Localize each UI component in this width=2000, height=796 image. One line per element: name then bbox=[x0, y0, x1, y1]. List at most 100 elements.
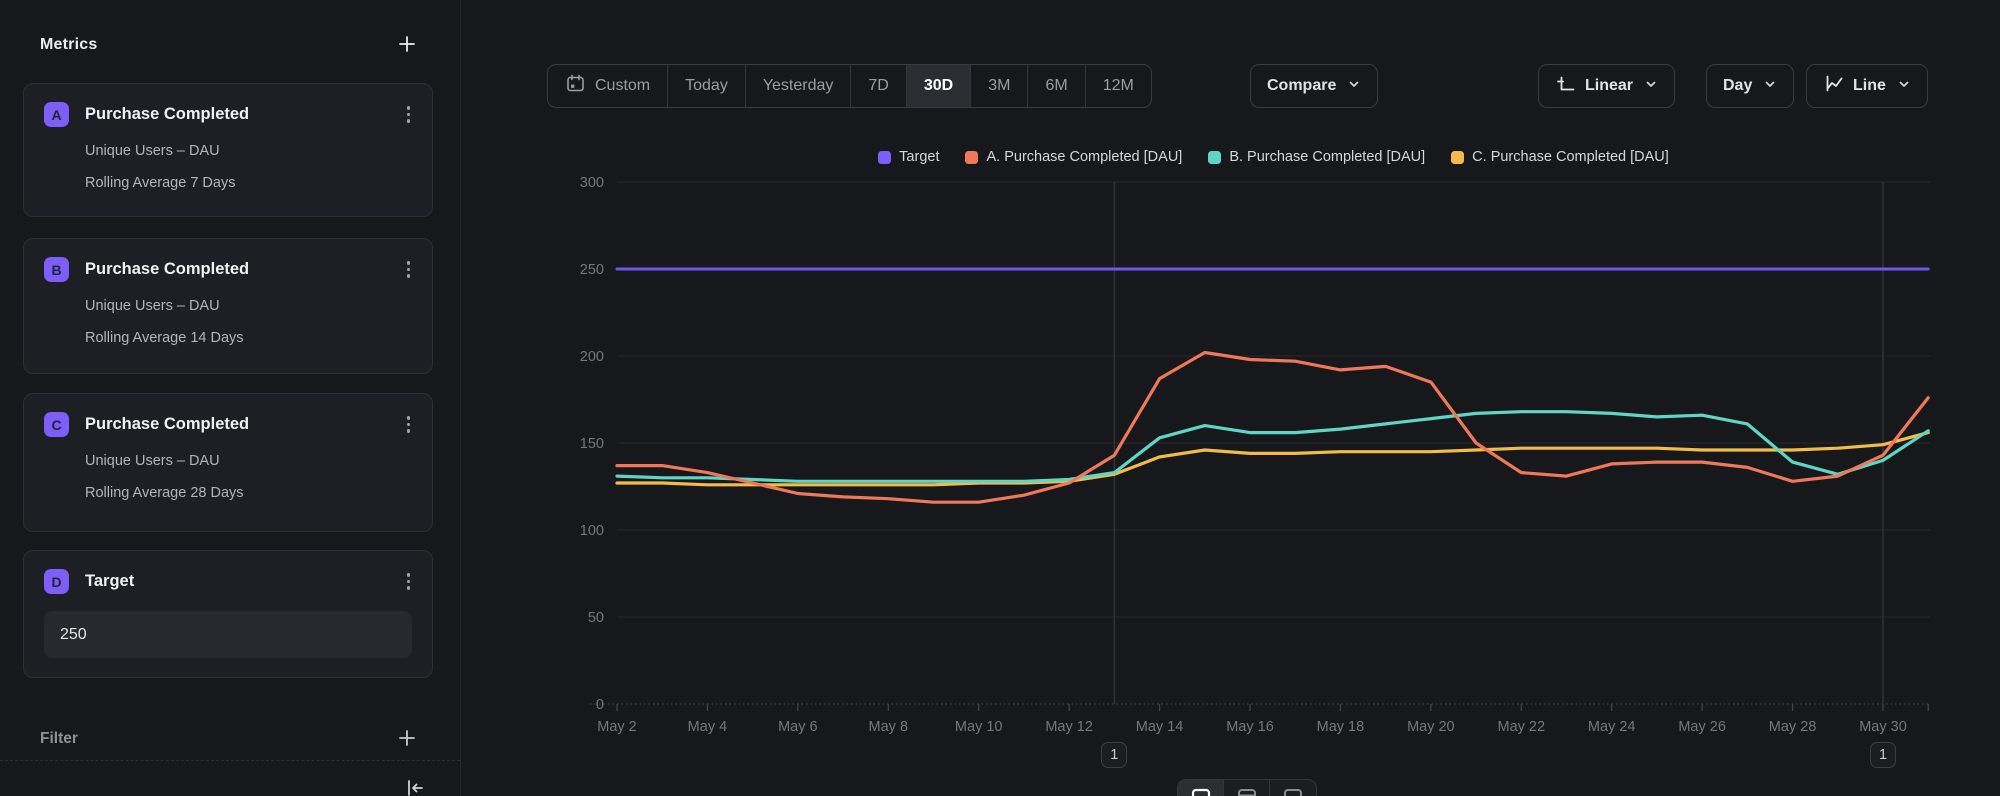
collapse-left-icon bbox=[402, 776, 426, 796]
y-axis-label: 150 bbox=[580, 436, 604, 452]
metrics-title: Metrics bbox=[40, 36, 97, 54]
range-today[interactable]: Today bbox=[668, 65, 746, 107]
metric-badge-c: C bbox=[44, 412, 69, 437]
x-axis-label: May 16 bbox=[1226, 719, 1274, 735]
plus-icon bbox=[396, 727, 418, 752]
kebab-icon bbox=[407, 416, 411, 433]
chevron-down-icon bbox=[1897, 77, 1911, 96]
add-filter-button[interactable] bbox=[394, 725, 420, 754]
metric-menu-button[interactable] bbox=[405, 259, 413, 280]
metric-event-type: Unique Users – DAU bbox=[85, 143, 412, 159]
series-line bbox=[617, 412, 1928, 482]
range-7d[interactable]: 7D bbox=[851, 65, 906, 107]
range-custom[interactable]: Custom bbox=[548, 65, 668, 107]
x-axis-label: May 22 bbox=[1497, 719, 1545, 735]
y-axis-label: 300 bbox=[580, 175, 604, 191]
collapse-sidebar-button[interactable] bbox=[400, 774, 428, 796]
metrics-header: Metrics bbox=[40, 30, 420, 60]
range-3m[interactable]: 3M bbox=[971, 65, 1028, 107]
chevron-down-icon bbox=[1763, 77, 1777, 96]
legend-label: B. Purchase Completed [DAU] bbox=[1229, 149, 1425, 165]
x-axis-label: May 20 bbox=[1407, 719, 1455, 735]
range-12m[interactable]: 12M bbox=[1086, 65, 1151, 107]
metric-event-type: Unique Users – DAU bbox=[85, 453, 412, 469]
range-30d[interactable]: 30D bbox=[907, 65, 971, 107]
chevron-down-icon bbox=[1644, 77, 1658, 96]
x-axis-label: May 28 bbox=[1769, 719, 1817, 735]
x-axis-label: May 10 bbox=[955, 719, 1003, 735]
legend-swatch bbox=[878, 151, 891, 164]
plus-icon bbox=[396, 33, 418, 58]
legend-item[interactable]: A. Purchase Completed [DAU] bbox=[965, 149, 1182, 165]
metric-title: Purchase Completed bbox=[85, 105, 405, 124]
filter-section: Filter bbox=[40, 724, 420, 754]
metric-card-b: B Purchase Completed Unique Users – DAU … bbox=[23, 238, 433, 374]
legend-item[interactable]: C. Purchase Completed [DAU] bbox=[1451, 149, 1669, 165]
metrics-sidebar: Metrics A Purchase Completed Unique User… bbox=[0, 0, 461, 796]
metric-badge-b: B bbox=[44, 257, 69, 282]
line-chart: 050100150200250300May 2May 4May 6May 8Ma… bbox=[470, 170, 1990, 770]
x-axis-label: May 12 bbox=[1045, 719, 1093, 735]
range-yesterday[interactable]: Yesterday bbox=[746, 65, 852, 107]
target-menu-button[interactable] bbox=[405, 571, 413, 592]
metric-menu-button[interactable] bbox=[405, 104, 413, 125]
filter-title: Filter bbox=[40, 730, 78, 748]
legend-swatch bbox=[965, 151, 978, 164]
toggle-split-view-button[interactable] bbox=[1270, 780, 1316, 796]
annotation-badge[interactable]: 1 bbox=[1101, 742, 1127, 768]
chevron-down-icon bbox=[1347, 77, 1361, 96]
toggle-chart-view-button[interactable] bbox=[1178, 780, 1224, 796]
interval-select-button[interactable]: Day bbox=[1706, 64, 1794, 108]
annotation-badge[interactable]: 1 bbox=[1870, 742, 1896, 768]
y-axis-label: 250 bbox=[580, 262, 604, 278]
split-view-icon bbox=[1282, 787, 1304, 796]
x-axis-label: May 18 bbox=[1317, 719, 1365, 735]
line-chart-icon bbox=[1823, 73, 1844, 99]
date-range-control: Custom Today Yesterday 7D 30D 3M 6M 12M bbox=[547, 64, 1152, 108]
kebab-icon bbox=[407, 573, 411, 590]
target-card: D Target bbox=[23, 550, 433, 678]
legend-label: Target bbox=[899, 149, 939, 165]
legend-label: C. Purchase Completed [DAU] bbox=[1472, 149, 1669, 165]
x-axis-label: May 14 bbox=[1136, 719, 1184, 735]
metric-rolling-average: Rolling Average 28 Days bbox=[85, 485, 412, 501]
x-axis-label: May 24 bbox=[1588, 719, 1636, 735]
legend-item[interactable]: B. Purchase Completed [DAU] bbox=[1208, 149, 1425, 165]
calendar-icon bbox=[565, 73, 586, 99]
x-axis-label: May 6 bbox=[778, 719, 818, 735]
toggle-table-view-button[interactable] bbox=[1224, 780, 1270, 796]
metric-menu-button[interactable] bbox=[405, 414, 413, 435]
series-line bbox=[617, 433, 1928, 485]
y-axis-label: 200 bbox=[580, 349, 604, 365]
chart-display-toggle bbox=[1177, 779, 1317, 796]
metric-rolling-average: Rolling Average 7 Days bbox=[85, 175, 412, 191]
target-title: Target bbox=[85, 572, 405, 591]
metric-card-a: A Purchase Completed Unique Users – DAU … bbox=[23, 83, 433, 217]
add-metric-button[interactable] bbox=[394, 31, 420, 60]
kebab-icon bbox=[407, 106, 411, 123]
metric-badge-d: D bbox=[44, 569, 69, 594]
chart-view-icon bbox=[1190, 787, 1212, 796]
y-axis-label: 50 bbox=[588, 610, 604, 626]
y-axis-label: 0 bbox=[596, 697, 604, 713]
legend-item[interactable]: Target bbox=[878, 149, 939, 165]
metric-event-type: Unique Users – DAU bbox=[85, 298, 412, 314]
scale-select-button[interactable]: Linear bbox=[1538, 64, 1675, 108]
metrics-analysis-page: { "sidebar": { "title": "Metrics", "metr… bbox=[0, 0, 2000, 796]
chart-type-select-button[interactable]: Line bbox=[1806, 64, 1928, 108]
x-axis-label: May 4 bbox=[688, 719, 728, 735]
legend-swatch bbox=[1451, 151, 1464, 164]
range-6m[interactable]: 6M bbox=[1028, 65, 1085, 107]
y-axis-label: 100 bbox=[580, 523, 604, 539]
chart-legend: Target A. Purchase Completed [DAU] B. Purc… bbox=[617, 146, 1930, 168]
linear-axis-icon bbox=[1555, 73, 1576, 99]
kebab-icon bbox=[407, 261, 411, 278]
x-axis-label: May 8 bbox=[869, 719, 909, 735]
legend-swatch bbox=[1208, 151, 1221, 164]
sidebar-divider bbox=[0, 760, 460, 761]
compare-button[interactable]: Compare bbox=[1250, 64, 1378, 108]
metric-title: Purchase Completed bbox=[85, 415, 405, 434]
metric-card-c: C Purchase Completed Unique Users – DAU … bbox=[23, 393, 433, 532]
target-value-input[interactable] bbox=[44, 611, 412, 658]
x-axis-label: May 30 bbox=[1859, 719, 1907, 735]
